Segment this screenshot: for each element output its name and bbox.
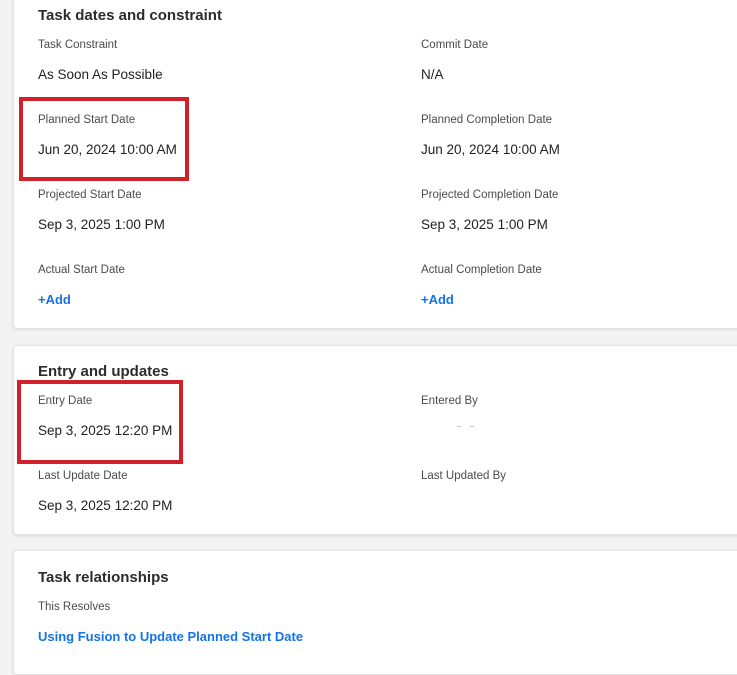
entry-date-highlight (17, 380, 183, 464)
commit-date-value: N/A (421, 67, 444, 82)
projected-start-value: Sep 3, 2025 1:00 PM (38, 217, 165, 232)
task-constraint-label: Task Constraint (38, 39, 118, 51)
last-update-label: Last Update Date (38, 470, 128, 482)
commit-date-label: Commit Date (421, 39, 489, 51)
actual-start-add-button[interactable]: +Add (38, 292, 71, 307)
projected-start-label: Projected Start Date (38, 189, 142, 201)
planned-completion-label: Planned Completion Date (421, 114, 553, 126)
planned-completion-value: Jun 20, 2024 10:00 AM (421, 142, 560, 157)
actual-start-label: Actual Start Date (38, 264, 125, 276)
projected-completion-value: Sep 3, 2025 1:00 PM (421, 217, 548, 232)
task-dates-title: Task dates and constraint (38, 7, 222, 24)
entered-by-label: Entered By (421, 395, 478, 407)
task-constraint-value: As Soon As Possible (38, 67, 163, 82)
entry-updates-title: Entry and updates (38, 363, 169, 380)
entered-by-redacted (457, 426, 461, 427)
this-resolves-link[interactable]: Using Fusion to Update Planned Start Dat… (38, 629, 303, 644)
actual-completion-label: Actual Completion Date (421, 264, 542, 276)
actual-completion-add-button[interactable]: +Add (421, 292, 454, 307)
task-relationships-title: Task relationships (38, 569, 169, 586)
entered-by-redacted (470, 426, 474, 427)
last-update-value: Sep 3, 2025 12:20 PM (38, 498, 173, 513)
this-resolves-label: This Resolves (38, 601, 111, 613)
projected-completion-label: Projected Completion Date (421, 189, 559, 201)
last-updated-by-label: Last Updated By (421, 470, 507, 482)
planned-start-highlight (19, 97, 189, 181)
task-relationships-card: Task relationships This Resolves Using F… (13, 550, 737, 675)
